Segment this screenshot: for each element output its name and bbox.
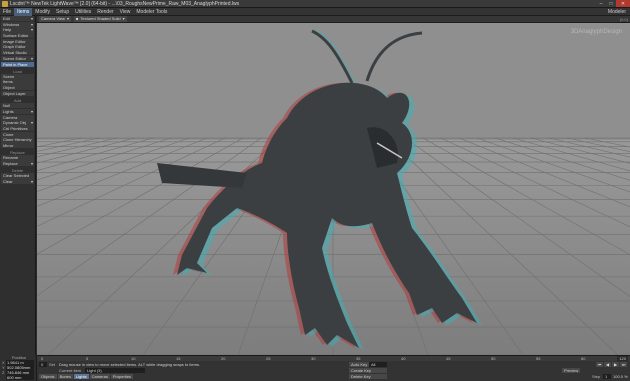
window-title: Lscdnt™ NewTek LightWave™ [2.0] (64-bit)… [10,0,240,7]
position-panel: Position X 1.5641 m Y 502.0805mm Z 746.846 mm… [0,355,37,381]
status-area: 0 Set Drag mouse in view to move selecte… [37,361,630,381]
current-item-label: Current Item [59,368,82,373]
sidebar-item-null[interactable]: Null [1,103,34,109]
menu-tab-modeler-tools[interactable]: Modeler Tools [133,8,170,16]
sidebar-item-object[interactable]: Object [1,85,34,91]
axis-label [2,375,5,380]
auto-key-button[interactable]: Auto Key [349,362,370,367]
bottom-panel: Position X 1.5641 m Y 502.0805mm Z 746.846 mm… [0,355,630,381]
sidebar-item-edit[interactable]: Edit [1,16,34,22]
menu-tab-items[interactable]: Items [14,7,33,16]
sidebar-item-clone-hierarchy[interactable]: Clone Hierarchy [1,137,34,143]
item-tab-cameras[interactable]: Cameras [89,374,110,379]
sidebar-item-lights[interactable]: Lights [1,108,34,115]
item-tab-bones[interactable]: Bones [57,374,73,379]
position-value-field[interactable]: 600 mm [6,375,34,380]
menu-tab-view[interactable]: View [117,8,134,16]
shading-mode-label: Textured Shaded Solid [80,16,121,21]
menu-tab-utilities[interactable]: Utilities [72,8,94,16]
sidebar-item-dynamic-obj[interactable]: Dynamic Obj [1,120,34,126]
sidebar-item-scene[interactable]: Scene [1,73,34,80]
sidebar-item-clear-selected[interactable]: Clear Selected [1,173,34,179]
close-button[interactable]: ✕ [616,0,630,7]
view-type-label: Camera View [41,16,65,21]
item-tab-properties[interactable]: Properties [110,374,134,379]
sidebar-item-surface-editor[interactable]: Surface Editor [1,33,34,39]
shading-mode-dropdown[interactable]: ■ Textured Shaded Solid ▾ [73,16,127,22]
item-type-tabs: Objects Bones Lights Cameras Properties [39,374,134,379]
sidebar-item-mirror[interactable]: Mirror [1,142,34,149]
sidebar-item-camera[interactable]: Camera [1,114,34,120]
zoom-readout: 100.0 % [613,374,628,379]
app-logo-icon [2,0,8,7]
fast-forward-button[interactable]: ⏭ [620,362,627,367]
menu-bar: File Items Modify Setup Utilities Render View M… [0,7,630,16]
maximize-button[interactable]: □ [606,0,616,7]
playback-controls: ⏮ ◀ ▶ ⏭ [596,362,627,367]
view-type-dropdown[interactable]: Camera View ▾ [39,16,71,22]
viewport-toolbar: Camera View ▾ ■ Textured Shaded Solid ▾ … [37,16,630,23]
sidebar-item-paint-in-place[interactable]: Paint in Place [1,61,34,67]
sidebar-item-windows[interactable]: Windows [1,21,34,27]
sidebar-item-graph-editor[interactable]: Graph Editor [1,44,34,50]
create-key-button[interactable]: Create Key [349,368,387,373]
sidebar-item-object-layer[interactable]: Object Layer [1,90,34,97]
status-message: Drag mouse in view to move selected item… [59,362,201,367]
rewind-button[interactable]: ⏮ [596,362,603,367]
menu-tab-setup[interactable]: Setup [53,8,72,16]
set-frame-field[interactable]: 0 [39,362,47,367]
chevron-down-icon: ▾ [122,16,125,21]
sidebar-item-scene-editor[interactable]: Scene Editor [1,55,34,62]
modeler-switch-button[interactable]: Modeler [604,8,630,16]
sidebar-item-clear[interactable]: Clear [1,178,34,185]
sidebar-item-image-editor[interactable]: Image Editor [1,38,34,45]
sidebar-item-replace[interactable]: Replace [1,160,34,167]
current-item-dropdown[interactable]: Light (3) [85,368,145,373]
minimize-button[interactable]: – [596,0,606,7]
viewport-corner-label: (0,0) [619,17,628,22]
item-tab-objects[interactable]: Objects [39,374,57,379]
shading-icon: ■ [75,16,79,21]
set-label: Set [49,362,56,367]
sidebar-item-clone[interactable]: Clone [1,131,34,137]
position-row: 600 mm [0,375,36,380]
play-reverse-button[interactable]: ◀ [604,362,611,367]
step-field[interactable]: 1 [603,374,611,379]
item-tab-lights[interactable]: Lights [73,374,89,379]
menu-tab-render[interactable]: Render [94,8,116,16]
sidebar-item-virtual-studio[interactable]: Virtual Studio [1,50,34,56]
sidebar-item-help[interactable]: Help [1,27,34,33]
menu-tab-modify[interactable]: Modify [32,8,53,16]
camera-viewport[interactable]: 3DAnaglyphDesign [37,23,630,355]
tool-sidebar: EditWindowsHelpSurface EditorImage Edito… [0,16,36,355]
auto-key-dropdown[interactable]: All [369,362,387,367]
delete-key-button[interactable]: Delete Key [349,374,387,379]
sidebar-item-ctrl-primitives[interactable]: Ctrl Primitives [1,125,34,132]
sidebar-item-rename[interactable]: Rename [1,155,34,161]
preview-button[interactable]: Preview [562,368,581,373]
play-button[interactable]: ▶ [612,362,619,367]
sidebar-item-items[interactable]: Items [1,79,34,85]
viewport-scene: 3DAnaglyphDesign [37,23,630,355]
watermark-text: 3DAnaglyphDesign [571,29,622,35]
step-label: Step [592,374,601,379]
chevron-down-icon: ▾ [66,16,69,21]
menu-tab-file[interactable]: File [0,8,14,16]
